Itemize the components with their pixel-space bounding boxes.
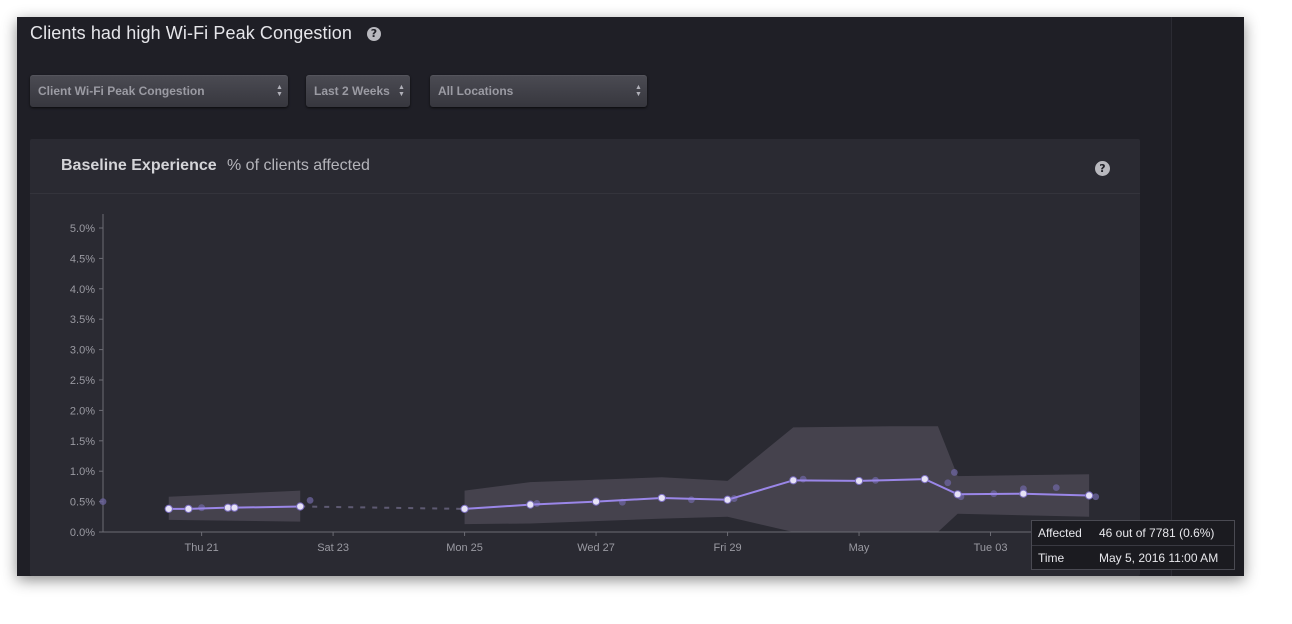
line-chart[interactable]: 0.0% 0.5% 1.0% 1.5% 2.0% 2.5% 3.0% 3.5% 4.0% 4.5%… bbox=[47, 156, 1140, 576]
range-select-value: Last 2 Weeks bbox=[314, 84, 390, 98]
y-tick-label: 3.5% bbox=[70, 314, 95, 326]
scatter-point bbox=[950, 469, 958, 476]
y-tick-label: 0.5% bbox=[70, 497, 95, 509]
tooltip-affected-label: Affected bbox=[1038, 526, 1082, 540]
metric-select-value: Client Wi-Fi Peak Congestion bbox=[38, 84, 205, 98]
y-tick-label: 4.5% bbox=[70, 253, 95, 265]
y-tick-label: 3.0% bbox=[70, 345, 95, 357]
series-point bbox=[854, 476, 864, 486]
series-point bbox=[1019, 489, 1028, 498]
select-arrows-icon: ▲ ▼ bbox=[398, 84, 405, 98]
y-tick-label: 4.0% bbox=[70, 284, 95, 296]
y-tick-label: 1.5% bbox=[70, 436, 95, 448]
x-tick-label: Sat 23 bbox=[317, 542, 349, 554]
metric-select[interactable]: Client Wi-Fi Peak Congestion ▲ ▼ bbox=[30, 75, 288, 107]
series-point bbox=[920, 475, 929, 484]
series-point bbox=[296, 502, 305, 511]
x-tick-label: Tue 03 bbox=[974, 542, 1008, 554]
series-point bbox=[164, 504, 173, 513]
page-title: Clients had high Wi-Fi Peak Congestion bbox=[30, 23, 352, 43]
tooltip-time-label: Time bbox=[1038, 551, 1065, 565]
y-tick-label: 2.0% bbox=[70, 405, 95, 417]
scatter-point bbox=[1092, 493, 1100, 501]
x-tick-label: May bbox=[849, 542, 870, 554]
side-strip bbox=[1171, 17, 1244, 576]
y-tick-label: 1.0% bbox=[70, 466, 95, 478]
series-point bbox=[723, 495, 732, 504]
location-select[interactable]: All Locations ▲ ▼ bbox=[430, 75, 647, 107]
series-point bbox=[230, 503, 239, 512]
scatter-point bbox=[99, 498, 107, 505]
scatter-point bbox=[944, 479, 952, 487]
select-arrows-icon: ▲ ▼ bbox=[276, 84, 283, 98]
y-tick-label: 2.5% bbox=[70, 375, 95, 387]
scatter-point bbox=[799, 475, 807, 483]
series-point bbox=[789, 476, 798, 485]
series-point bbox=[184, 504, 193, 513]
question-circle-icon[interactable]: ? bbox=[367, 27, 381, 41]
baseline-band-2 bbox=[464, 426, 1090, 532]
scatter-point bbox=[306, 496, 314, 504]
x-tick-label: Fri 29 bbox=[713, 542, 741, 554]
y-tick-label: 0.0% bbox=[70, 527, 95, 539]
location-select-value: All Locations bbox=[438, 84, 514, 98]
scatter-point bbox=[1052, 484, 1060, 492]
baseline-panel: Baseline Experience % of clients affecte… bbox=[30, 139, 1140, 576]
y-tick-label: 5.0% bbox=[70, 223, 95, 235]
select-arrows-icon: ▲ ▼ bbox=[635, 84, 642, 98]
series-point bbox=[460, 504, 469, 513]
tooltip-affected-value: 46 out of 7781 (0.6%) bbox=[1099, 526, 1215, 540]
tooltip-affected-row: Affected 46 out of 7781 (0.6%) bbox=[1032, 521, 1234, 546]
x-tick-label: Wed 27 bbox=[577, 542, 615, 554]
series-point bbox=[1085, 491, 1094, 500]
x-tick-label: Thu 21 bbox=[184, 542, 218, 554]
app-window: Clients had high Wi-Fi Peak Congestion ?… bbox=[17, 17, 1244, 576]
chart-tooltip: Affected 46 out of 7781 (0.6%) Time May … bbox=[1031, 520, 1235, 570]
tooltip-time-row: Time May 5, 2016 11:00 AM bbox=[1032, 546, 1234, 570]
series-point bbox=[591, 497, 601, 506]
series-point bbox=[657, 493, 666, 503]
tooltip-time-value: May 5, 2016 11:00 AM bbox=[1099, 551, 1219, 565]
range-select[interactable]: Last 2 Weeks ▲ ▼ bbox=[306, 75, 410, 107]
series-point bbox=[526, 500, 535, 509]
series-gap-line bbox=[300, 505, 465, 510]
x-tick-label: Mon 25 bbox=[446, 542, 483, 554]
series-point bbox=[953, 490, 962, 499]
